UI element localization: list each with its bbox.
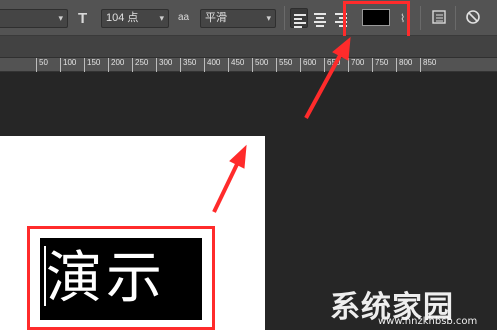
arrow-to-color-swatch <box>304 49 345 119</box>
arrow-head <box>229 144 247 169</box>
annotation-arrows <box>212 36 351 213</box>
arrow-to-text <box>212 157 242 213</box>
arrow-head <box>332 36 351 61</box>
watermark-url: www.hnzkhbsb.com <box>378 316 478 327</box>
